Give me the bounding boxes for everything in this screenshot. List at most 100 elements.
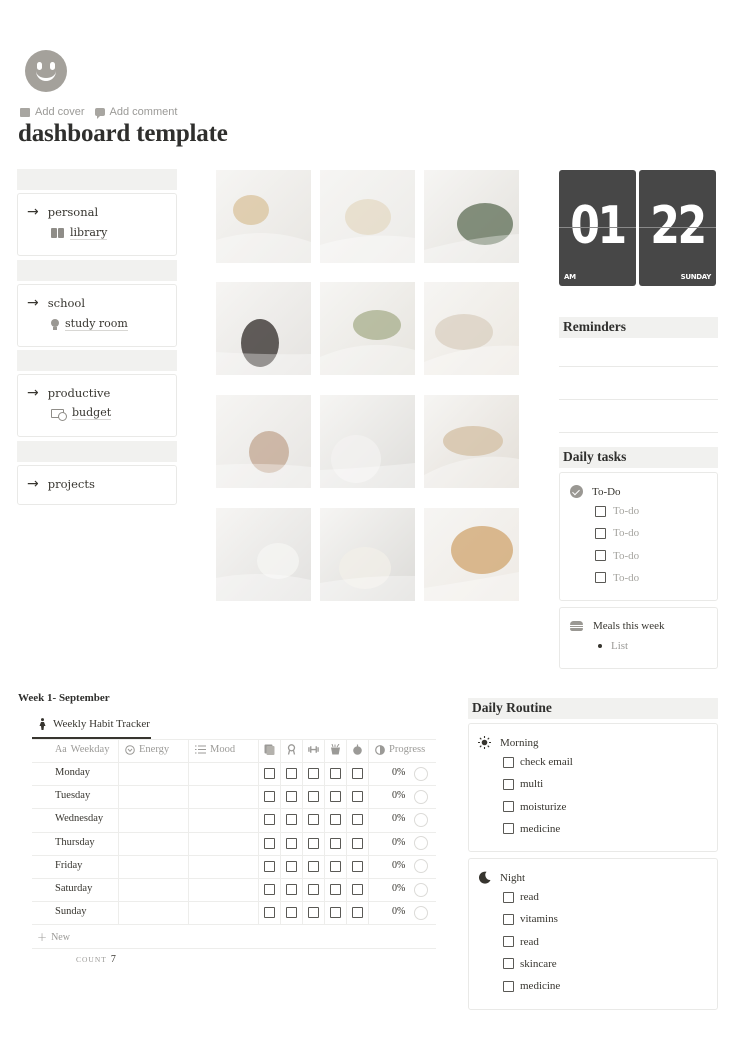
energy-cell[interactable] bbox=[119, 808, 188, 831]
morning-task-item[interactable]: moisturize bbox=[503, 801, 566, 813]
nav-link-personal[interactable]: → personal bbox=[27, 204, 98, 220]
todo-item[interactable]: To-do bbox=[595, 527, 639, 539]
habit-checkbox[interactable] bbox=[286, 907, 297, 919]
checkbox[interactable] bbox=[595, 527, 606, 539]
habit-checkbox[interactable] bbox=[330, 837, 341, 849]
nav-link-projects[interactable]: → projects bbox=[27, 476, 95, 492]
morning-task-item[interactable]: multi bbox=[503, 778, 543, 790]
weekday-cell[interactable]: Thursday bbox=[55, 837, 95, 848]
nav-card-projects[interactable]: → projects bbox=[17, 465, 177, 505]
add-cover-button[interactable]: Add cover bbox=[20, 106, 85, 118]
habit-checkbox[interactable] bbox=[264, 860, 275, 872]
habit-checkbox[interactable] bbox=[352, 860, 363, 872]
energy-cell[interactable] bbox=[119, 785, 188, 808]
todo-item[interactable]: To-do bbox=[595, 572, 639, 584]
habit-checkbox[interactable] bbox=[308, 884, 319, 895]
photo-coffee-cup-shelf[interactable] bbox=[424, 395, 519, 488]
photo-candle-bed[interactable] bbox=[216, 282, 311, 375]
checkbox[interactable] bbox=[503, 756, 514, 768]
habit-checkbox[interactable] bbox=[264, 837, 275, 849]
nav-link-productive[interactable]: → productive bbox=[27, 385, 110, 401]
new-row-button[interactable]: + New bbox=[37, 930, 70, 944]
column-header-mood[interactable]: Mood bbox=[195, 744, 235, 755]
mood-cell[interactable] bbox=[189, 785, 258, 808]
habit-checkbox[interactable] bbox=[330, 907, 341, 919]
habit-checkbox[interactable] bbox=[286, 791, 297, 803]
habit-checkbox[interactable] bbox=[308, 768, 319, 779]
nav-link-school[interactable]: → school bbox=[27, 295, 85, 311]
checkbox[interactable] bbox=[503, 891, 514, 903]
sub-link-library[interactable]: library bbox=[51, 226, 108, 240]
habit-checkbox[interactable] bbox=[352, 791, 363, 803]
add-comment-button[interactable]: Add comment bbox=[94, 106, 177, 119]
photo-tote-bag-flowers[interactable] bbox=[320, 170, 415, 263]
todo-item[interactable]: To-do bbox=[595, 550, 639, 562]
night-task-item[interactable]: vitamins bbox=[503, 913, 558, 925]
habit-checkbox[interactable] bbox=[308, 837, 319, 849]
photo-white-flowers[interactable] bbox=[320, 508, 415, 601]
mood-cell[interactable] bbox=[189, 808, 258, 831]
energy-cell[interactable] bbox=[119, 901, 188, 924]
dumbbell-icon[interactable] bbox=[308, 744, 319, 755]
sub-link-study-room[interactable]: study room bbox=[51, 317, 128, 331]
energy-cell[interactable] bbox=[119, 855, 188, 878]
habit-checkbox[interactable] bbox=[352, 768, 363, 779]
habit-checkbox[interactable] bbox=[264, 791, 275, 803]
sub-link-budget[interactable]: budget bbox=[51, 406, 112, 421]
nav-card-productive[interactable]: → productive budget bbox=[17, 374, 177, 437]
todo-toggle[interactable]: To-Do bbox=[570, 485, 621, 498]
energy-cell[interactable] bbox=[119, 878, 188, 901]
habit-checkbox[interactable] bbox=[352, 837, 363, 849]
reminder-line[interactable] bbox=[559, 399, 718, 400]
page-icon-smiley[interactable] bbox=[25, 50, 67, 92]
mood-cell[interactable] bbox=[189, 762, 258, 785]
photo-pancakes-plate[interactable] bbox=[216, 170, 311, 263]
checkbox[interactable] bbox=[595, 505, 606, 517]
night-task-item[interactable]: read bbox=[503, 891, 539, 903]
nav-card-personal[interactable]: → personal library bbox=[17, 193, 177, 256]
habit-checkbox[interactable] bbox=[286, 814, 297, 826]
habit-checkbox[interactable] bbox=[330, 884, 341, 895]
checkbox[interactable] bbox=[595, 572, 606, 584]
night-task-item[interactable]: read bbox=[503, 936, 539, 948]
photo-candle-lavender[interactable] bbox=[216, 395, 311, 488]
habit-checkbox[interactable] bbox=[330, 860, 341, 872]
drink-cup-icon[interactable] bbox=[330, 744, 341, 755]
mood-cell[interactable] bbox=[189, 832, 258, 855]
tab-weekly-habit-tracker[interactable]: Weekly Habit Tracker bbox=[38, 718, 150, 730]
meals-list-item[interactable]: List bbox=[598, 640, 628, 652]
checkbox[interactable] bbox=[503, 936, 514, 948]
mood-cell[interactable] bbox=[189, 878, 258, 901]
habit-checkbox[interactable] bbox=[330, 791, 341, 803]
habit-checkbox[interactable] bbox=[264, 884, 275, 895]
habit-checkbox[interactable] bbox=[264, 907, 275, 919]
checkbox[interactable] bbox=[503, 823, 514, 835]
photo-book-on-sheets[interactable] bbox=[424, 282, 519, 375]
morning-task-item[interactable]: check email bbox=[503, 756, 573, 768]
weekday-cell[interactable]: Sunday bbox=[55, 906, 87, 917]
photo-dior-books[interactable] bbox=[216, 508, 311, 601]
weekday-cell[interactable]: Saturday bbox=[55, 883, 92, 894]
morning-task-item[interactable]: medicine bbox=[503, 823, 560, 835]
habit-checkbox[interactable] bbox=[286, 884, 297, 895]
habit-checkbox[interactable] bbox=[286, 860, 297, 872]
energy-cell[interactable] bbox=[119, 832, 188, 855]
morning-toggle[interactable]: Morning bbox=[478, 736, 539, 749]
habit-checkbox[interactable] bbox=[286, 837, 297, 849]
weekday-cell[interactable]: Friday bbox=[55, 860, 82, 871]
checkbox[interactable] bbox=[503, 778, 514, 790]
photo-white-pillows[interactable] bbox=[320, 395, 415, 488]
book-stack-icon[interactable] bbox=[264, 744, 275, 755]
mood-cell[interactable] bbox=[189, 855, 258, 878]
checkbox[interactable] bbox=[503, 980, 514, 992]
count-summary[interactable]: COUNT 7 bbox=[76, 954, 116, 965]
habit-checkbox[interactable] bbox=[308, 860, 319, 872]
habit-checkbox[interactable] bbox=[352, 814, 363, 826]
photo-matcha-latte[interactable] bbox=[320, 282, 415, 375]
reminder-line[interactable] bbox=[559, 366, 718, 367]
checkbox[interactable] bbox=[503, 913, 514, 925]
todo-item[interactable]: To-do bbox=[595, 505, 639, 517]
habit-checkbox[interactable] bbox=[308, 791, 319, 803]
checkbox[interactable] bbox=[595, 550, 606, 562]
habit-checkbox[interactable] bbox=[286, 768, 297, 779]
